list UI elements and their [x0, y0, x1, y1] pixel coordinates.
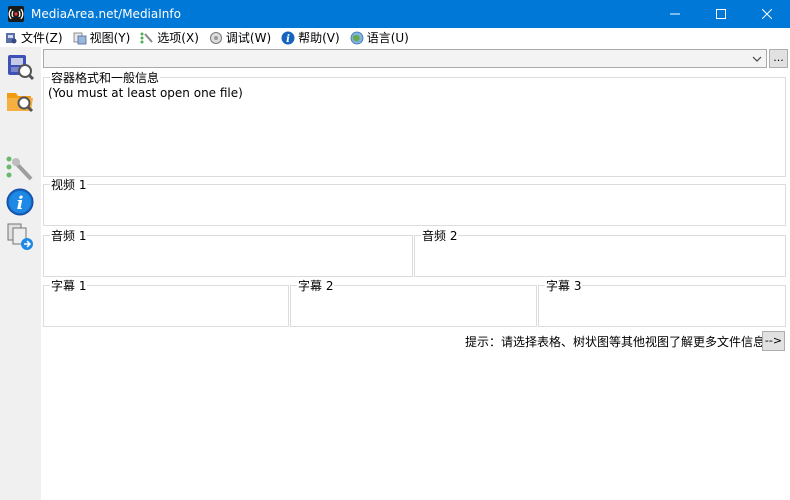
general-info-label: 容器格式和一般信息 [50, 71, 161, 85]
file-icon [4, 31, 18, 45]
main-content: ... 容器格式和一般信息 (You must at least open on… [41, 47, 790, 500]
subtitle-label-2: 字幕 2 [297, 279, 335, 293]
svg-text:i: i [17, 193, 24, 214]
maximize-button[interactable] [698, 0, 744, 28]
general-info-message: (You must at least open one file) [48, 86, 243, 100]
menu-bar: 文件(Z) 视图(Y) 选项(X) 调试(W) i 帮助(V) 语言(U) [0, 28, 790, 47]
general-info-group: 容器格式和一般信息 (You must at least open one fi… [43, 71, 786, 177]
maximize-icon [716, 9, 726, 19]
hint-text: 提示：请选择表格、树状图等其他视图了解更多文件信息 [464, 335, 765, 349]
menu-help[interactable]: i 帮助(V) [281, 28, 340, 47]
open-folder-icon [7, 93, 34, 113]
chevron-down-icon [752, 56, 762, 62]
audio-group-1: 音频 1 [43, 229, 413, 277]
close-icon [762, 9, 772, 19]
about-icon: i [6, 188, 34, 216]
browse-button[interactable]: ... [769, 49, 788, 68]
next-view-button[interactable]: --> [762, 331, 785, 351]
minimize-button[interactable] [652, 0, 698, 28]
help-icon: i [281, 31, 295, 45]
preferences-button[interactable] [3, 151, 37, 185]
subtitle-group-3: 字幕 3 [538, 279, 786, 327]
window-title: MediaArea.net/MediaInfo [31, 7, 181, 21]
menu-options[interactable]: 选项(X) [140, 28, 199, 47]
mediainfo-app-icon [8, 6, 24, 22]
subtitle-label-1: 字幕 1 [50, 279, 88, 293]
audio-label-2: 音频 2 [421, 229, 459, 243]
open-folder-button[interactable] [3, 83, 37, 117]
window-controls [652, 0, 790, 28]
debug-icon [209, 31, 223, 45]
video-group: 视频 1 [43, 178, 786, 226]
open-file-icon [8, 55, 35, 81]
close-button[interactable] [744, 0, 790, 28]
video-label: 视频 1 [50, 178, 88, 192]
view-icon [73, 31, 87, 45]
minimize-icon [670, 13, 680, 15]
open-file-button[interactable] [3, 49, 37, 83]
subtitle-group-2: 字幕 2 [290, 279, 537, 327]
menu-view[interactable]: 视图(Y) [73, 28, 130, 47]
subtitle-label-3: 字幕 3 [545, 279, 583, 293]
svg-text:i: i [286, 34, 290, 45]
subtitle-group-1: 字幕 1 [43, 279, 289, 327]
menu-debug[interactable]: 调试(W) [209, 28, 271, 47]
export-icon [7, 223, 33, 250]
title-bar[interactable]: MediaArea.net/MediaInfo [0, 0, 790, 28]
export-button[interactable] [3, 219, 37, 253]
menu-language[interactable]: 语言(U) [350, 28, 409, 47]
audio-group-2: 音频 2 [414, 229, 786, 277]
about-button[interactable]: i [3, 185, 37, 219]
language-icon [350, 31, 364, 45]
options-icon [140, 31, 154, 45]
menu-file[interactable]: 文件(Z) [4, 28, 63, 47]
audio-label-1: 音频 1 [50, 229, 88, 243]
preferences-icon [6, 156, 33, 181]
file-selector-combobox[interactable] [43, 49, 767, 68]
left-toolbar: i [0, 47, 41, 500]
